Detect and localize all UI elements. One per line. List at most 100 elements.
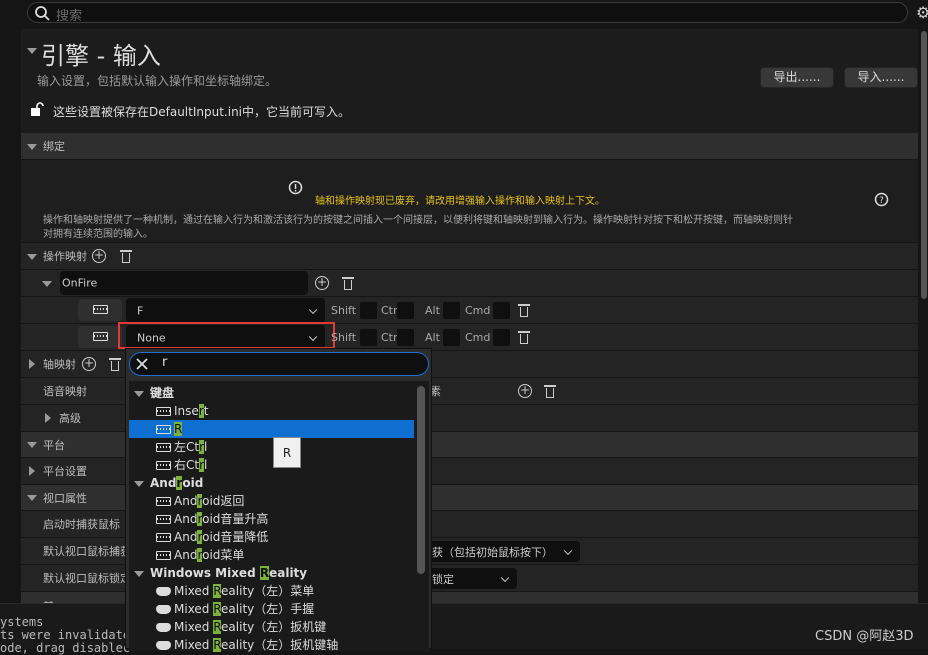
expand-icon[interactable] [29, 359, 35, 369]
alt-label: Alt [425, 304, 440, 317]
cmd-label: Cmd [465, 304, 491, 317]
ctrl-checkbox[interactable] [397, 302, 414, 319]
expand-icon [29, 466, 35, 476]
list-scrollbar[interactable] [417, 386, 425, 574]
key-search-value: r [162, 355, 168, 370]
unlock-icon [31, 102, 44, 116]
ctrl-checkbox[interactable] [397, 329, 414, 346]
list-category[interactable]: 键盘 [134, 384, 419, 402]
cmd-checkbox[interactable] [493, 302, 510, 319]
keyboard-icon [156, 461, 171, 470]
advanced-label: 高级 [59, 412, 81, 425]
list-item[interactable]: Android音量升高 [129, 510, 414, 528]
section-bindings[interactable]: 绑定 [21, 133, 918, 160]
keyboard-icon [156, 515, 171, 524]
section-label: 平台 [43, 438, 65, 452]
trash-icon[interactable] [109, 357, 121, 371]
watermark: CSDN @阿赵3D [815, 629, 914, 644]
list-category[interactable]: Android [134, 474, 419, 492]
list-item[interactable]: Android菜单 [129, 546, 414, 564]
action-name-input[interactable]: OnFire [60, 271, 308, 295]
keyboard-icon [156, 425, 171, 434]
collapse-icon[interactable] [134, 480, 144, 487]
list-item[interactable]: Mixed Reality（左）扳机键轴 [129, 636, 414, 654]
list-item[interactable]: R [129, 420, 414, 438]
trash-icon[interactable] [342, 276, 354, 290]
list-item[interactable]: Mixed Reality（左）手握 [129, 600, 414, 618]
list-item[interactable]: 左Ctrl [129, 438, 414, 456]
collapse-icon[interactable] [27, 48, 37, 54]
search-placeholder: 搜索 [56, 9, 83, 24]
section-label: 视口属性 [43, 491, 87, 505]
deprecation-warning: 轴和操作映射现已废弃，请改用增强输入操作和输入映射上下文。 [315, 196, 605, 207]
collapse-icon[interactable] [42, 281, 52, 287]
page-title: 引擎 - 输入 [41, 42, 161, 70]
trash-icon[interactable] [120, 249, 132, 263]
bindings-description: 操作和轴映射提供了一种机制，通过在输入行为和激活该行为的按键之间插入一个间接层，… [43, 215, 793, 240]
list-item[interactable]: 右Ctrl [129, 456, 414, 474]
collapse-icon[interactable] [134, 390, 144, 397]
match-highlight: R [213, 638, 222, 652]
cmd-label: Cmd [465, 331, 491, 344]
clear-icon[interactable] [135, 357, 149, 371]
key-list: 键盘 Insert R 左Ctrl 右Ctrl Android Android返回 Andro… [129, 381, 429, 654]
alt-checkbox[interactable] [443, 302, 460, 319]
list-item[interactable]: Android音量降低 [129, 528, 414, 546]
axis-mappings-label: 轴映射 [43, 358, 76, 371]
action-mappings-label: 操作映射 [43, 250, 87, 263]
trash-icon[interactable] [544, 384, 556, 398]
match-highlight: R [213, 620, 222, 634]
help-icon[interactable]: ? [874, 192, 889, 207]
collapse-icon[interactable] [134, 570, 144, 577]
gamepad-icon [156, 623, 171, 632]
match-highlight: R [174, 422, 183, 436]
match-highlight: R [259, 566, 270, 580]
add-icon[interactable]: + [82, 357, 96, 371]
keyboard-icon [156, 551, 171, 560]
trash-icon[interactable] [518, 303, 530, 317]
key-select[interactable]: F [126, 298, 325, 323]
keyboard-icon [156, 497, 171, 506]
action-mappings-row: 操作映射 + [21, 243, 918, 270]
cmd-checkbox[interactable] [493, 329, 510, 346]
alt-checkbox[interactable] [443, 329, 460, 346]
search-icon [35, 6, 50, 21]
collapse-icon[interactable] [27, 254, 37, 260]
list-item[interactable]: Android返回 [129, 492, 414, 510]
expand-icon [45, 413, 51, 423]
shift-checkbox[interactable] [360, 302, 377, 319]
list-item[interactable]: Insert [129, 402, 414, 420]
trash-icon[interactable] [518, 330, 530, 344]
key-row: F Shift Ctrl Alt Cmd [21, 297, 918, 324]
add-icon[interactable]: + [92, 249, 106, 263]
tooltip: R [273, 437, 301, 468]
add-icon[interactable]: + [518, 384, 532, 398]
export-button[interactable]: 导出...... [760, 67, 834, 88]
collapse-icon [27, 442, 37, 448]
svg-text:?: ? [879, 196, 884, 206]
key-row: None Shift Ctrl Alt Cmd [21, 322, 918, 351]
match-highlight: R [213, 602, 222, 616]
save-note: 这些设置被保存在DefaultInput.ini中，它当前可写入。 [53, 105, 351, 119]
search-input[interactable]: 搜索 [27, 2, 908, 24]
list-item[interactable]: Mixed Reality（左）菜单 [129, 582, 414, 600]
shift-label: Shift [331, 304, 357, 317]
import-button[interactable]: 导入...... [844, 67, 918, 88]
page-subtitle: 输入设置，包括默认输入操作和坐标轴绑定。 [37, 74, 278, 88]
deprecation-row: 轴和操作映射现已废弃，请改用增强输入操作和输入映射上下文。 ? 操作和轴映射提供… [21, 160, 918, 243]
key-dropdown: r 键盘 Insert R 左Ctrl 右Ctrl Android Android返回 And… [125, 348, 432, 654]
panel-scrollbar[interactable] [921, 31, 927, 299]
add-icon[interactable]: + [315, 276, 329, 290]
shift-checkbox[interactable] [360, 329, 377, 346]
shift-label: Shift [331, 331, 357, 344]
platform-settings-label: 平台设置 [43, 465, 87, 478]
collapse-icon [27, 144, 37, 150]
key-capture-button[interactable] [78, 326, 122, 348]
list-category[interactable]: Windows Mixed Reality [134, 564, 419, 582]
gear-icon[interactable]: ⚙ [916, 3, 928, 22]
list-item[interactable]: Mixed Reality（左）扳机键 [129, 618, 414, 636]
gamepad-icon [156, 587, 171, 596]
speech-mappings-label: 语音映射 [43, 385, 87, 398]
key-search-input[interactable]: r [129, 352, 429, 376]
key-capture-button[interactable] [78, 299, 122, 321]
